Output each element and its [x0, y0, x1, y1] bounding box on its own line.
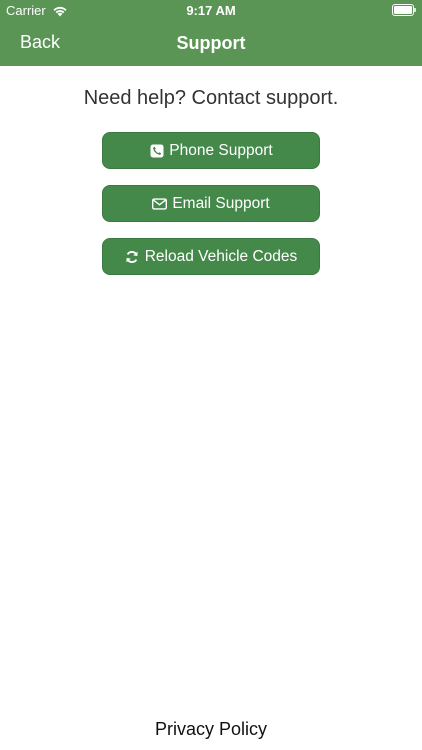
help-text: Need help? Contact support. [83, 87, 339, 109]
page-title: Support [176, 33, 246, 53]
reload-vehicle-codes-button[interactable]: Reload Vehicle Codes [102, 238, 320, 275]
navigation-bar: Back Support [0, 22, 422, 66]
email-support-label: Email Support [172, 194, 270, 212]
phone-icon [149, 143, 164, 158]
phone-support-label: Phone Support [169, 141, 273, 159]
phone-support-button[interactable]: Phone Support [102, 132, 320, 169]
email-support-button[interactable]: Email Support [102, 185, 320, 222]
app-header: Carrier 9:17 AM Back Support [0, 0, 422, 66]
privacy-policy-link[interactable]: Privacy Policy [0, 719, 422, 740]
battery-icon [392, 4, 416, 16]
reload-vehicle-codes-label: Reload Vehicle Codes [144, 247, 298, 265]
status-bar: Carrier 9:17 AM [0, 0, 422, 22]
refresh-icon [125, 249, 140, 264]
envelope-icon [152, 196, 168, 211]
status-time: 9:17 AM [186, 3, 236, 18]
